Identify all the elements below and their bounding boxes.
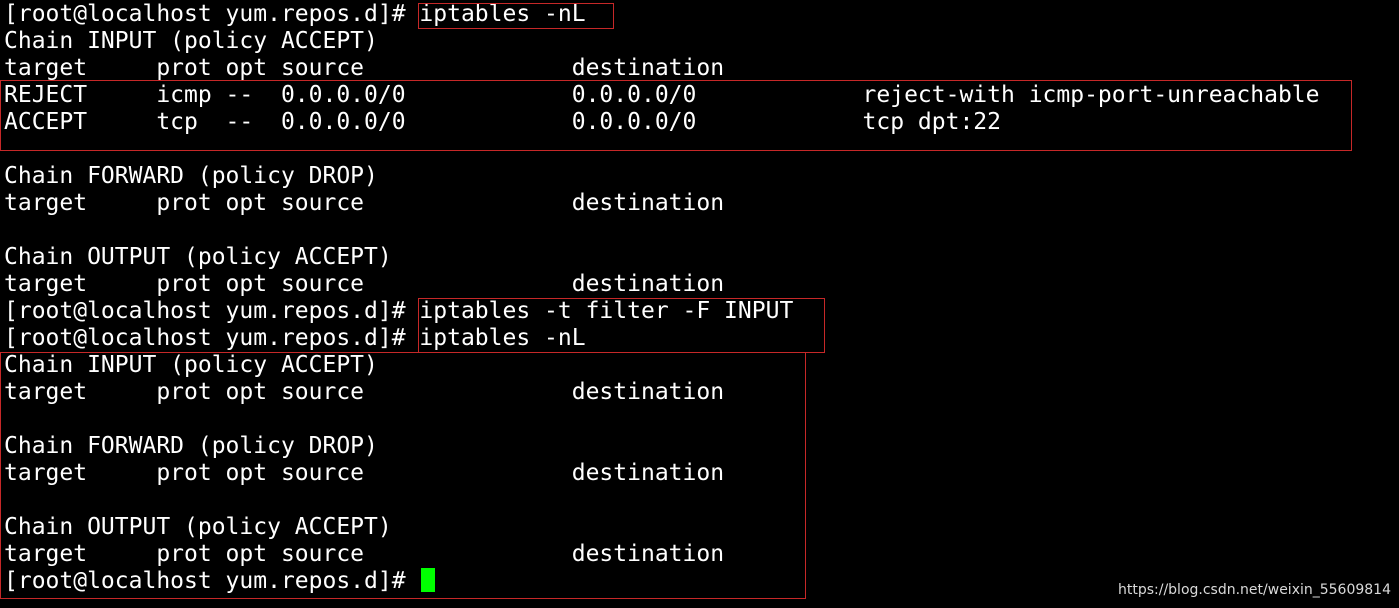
terminal-line-column-header: target prot opt source destination — [4, 541, 725, 567]
terminal-line-chain-header: Chain INPUT (policy ACCEPT) — [4, 28, 378, 54]
terminal-cursor — [421, 568, 436, 592]
terminal-output[interactable]: [root@localhost yum.repos.d]# iptables -… — [4, 1, 1399, 608]
terminal-line-command: [root@localhost yum.repos.d]# iptables -… — [4, 325, 586, 351]
terminal-line-chain-header: Chain OUTPUT (policy ACCEPT) — [4, 514, 392, 540]
terminal-line-chain-header: Chain FORWARD (policy DROP) — [4, 163, 378, 189]
terminal-line-command: [root@localhost yum.repos.d]# iptables -… — [4, 298, 794, 324]
terminal-prompt: [root@localhost yum.repos.d]# — [4, 568, 420, 594]
terminal-line-column-header: target prot opt source destination — [4, 460, 725, 486]
terminal-line-rule: REJECT icmp -- 0.0.0.0/0 0.0.0.0/0 rejec… — [4, 82, 1320, 108]
terminal-line-chain-header: Chain OUTPUT (policy ACCEPT) — [4, 244, 392, 270]
terminal-line-chain-header: Chain FORWARD (policy DROP) — [4, 433, 378, 459]
terminal-line-column-header: target prot opt source destination — [4, 190, 725, 216]
terminal-line-column-header: target prot opt source destination — [4, 379, 725, 405]
terminal-line-rule: ACCEPT tcp -- 0.0.0.0/0 0.0.0.0/0 tcp dp… — [4, 109, 1001, 135]
terminal-line-column-header: target prot opt source destination — [4, 271, 725, 297]
terminal-line-column-header: target prot opt source destination — [4, 55, 725, 81]
terminal-line-chain-header: Chain INPUT (policy ACCEPT) — [4, 352, 378, 378]
watermark-text: https://blog.csdn.net/weixin_55609814 — [1117, 582, 1391, 598]
terminal-line-command: [root@localhost yum.repos.d]# iptables -… — [4, 1, 586, 27]
